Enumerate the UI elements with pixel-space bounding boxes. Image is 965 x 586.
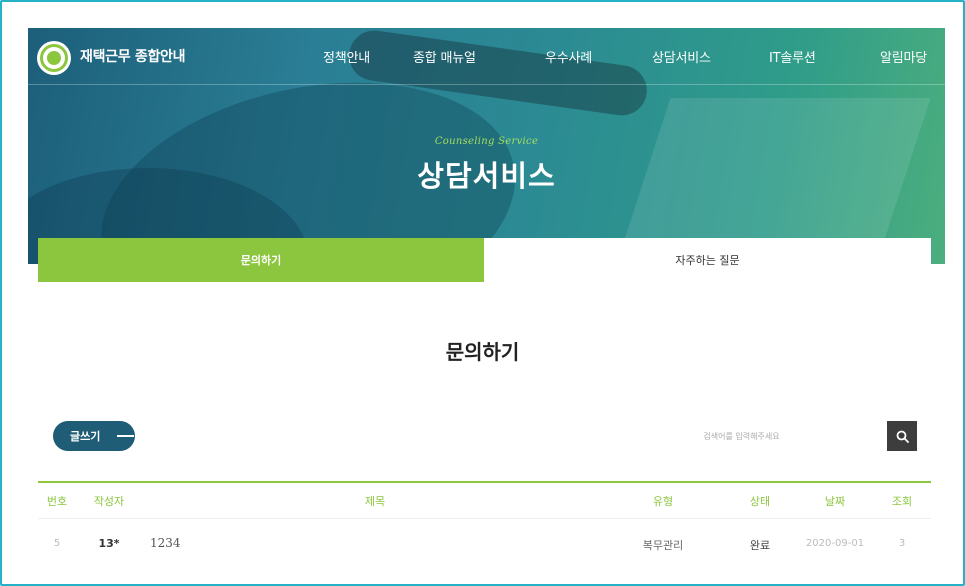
nav-item-it-solution[interactable]: IT솔루션 (769, 47, 816, 66)
column-header-status: 상태 (749, 495, 771, 508)
site-logo-icon[interactable] (37, 41, 71, 75)
row-views: 3 (898, 538, 906, 549)
hero-title: 상담서비스 (417, 159, 556, 193)
row-number: 5 (53, 538, 61, 549)
column-header-date: 날짜 (824, 495, 846, 508)
search-icon (896, 430, 909, 443)
nav-item-best-practice[interactable]: 우수사례 (545, 47, 592, 66)
table-header-divider (38, 518, 931, 519)
column-header-number: 번호 (46, 495, 68, 508)
nav-item-manual[interactable]: 종합 매뉴얼 (413, 47, 476, 66)
logo-ring (40, 44, 68, 72)
write-button-label: 글쓰기 (70, 430, 101, 443)
site-title[interactable]: 재택근무 종합안내 (80, 46, 186, 66)
tab-faq[interactable]: 자주하는 질문 (484, 238, 931, 282)
row-date: 2020-09-01 (805, 538, 865, 549)
tab-inquiry[interactable]: 문의하기 (38, 238, 484, 282)
search-input[interactable] (600, 421, 883, 451)
column-header-title: 제목 (364, 495, 386, 508)
row-status: 완료 (749, 539, 771, 552)
column-header-type: 유형 (652, 495, 674, 508)
nav-item-notice[interactable]: 알림마당 (880, 47, 927, 66)
nav-divider (28, 84, 945, 85)
column-header-views: 조회 (891, 495, 913, 508)
nav-item-counseling[interactable]: 상담서비스 (652, 47, 711, 66)
page-title: 문의하기 (445, 340, 520, 364)
row-title-link[interactable]: 1234 (150, 536, 181, 550)
column-header-author: 작성자 (93, 495, 125, 508)
row-author: 13* (98, 537, 120, 550)
table-top-border (38, 481, 931, 483)
arrow-right-icon (117, 435, 134, 437)
hero-subtitle: Counseling Service (434, 136, 539, 147)
row-type: 복무관리 (642, 539, 684, 552)
logo-core (47, 51, 61, 65)
nav-item-policy[interactable]: 정책안내 (323, 47, 370, 66)
hero-banner: 재택근무 종합안내 정책안내 종합 매뉴얼 우수사례 상담서비스 IT솔루션 알… (28, 28, 945, 264)
search-button[interactable] (887, 421, 917, 451)
